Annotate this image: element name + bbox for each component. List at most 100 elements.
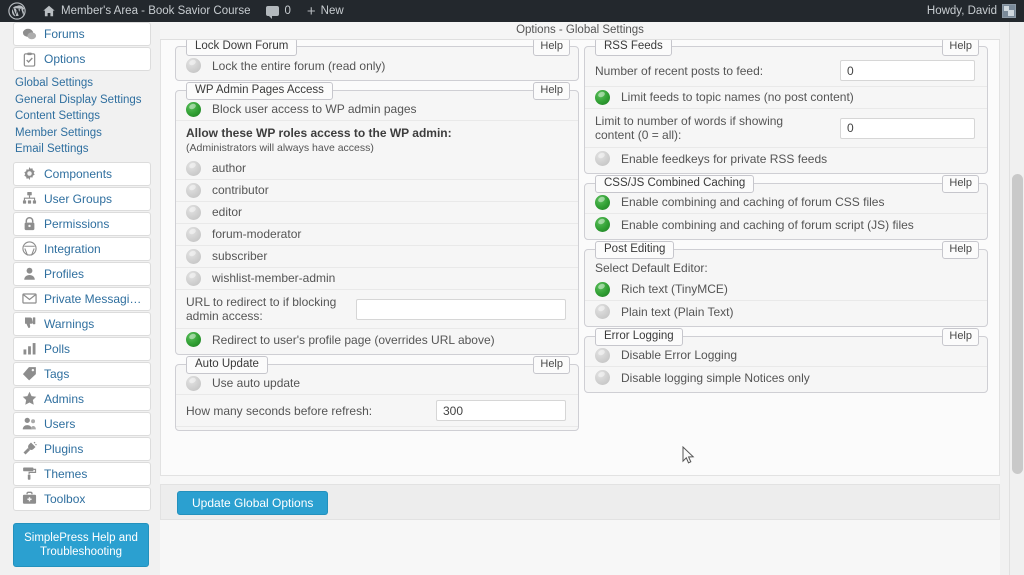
option-row[interactable]: Enable combining and caching of forum CS… [585,192,987,214]
help-button[interactable]: Help [533,38,570,56]
option-row[interactable]: Rich text (TinyMCE) [585,279,987,301]
sidebar-item-themes[interactable]: Themes [13,461,151,486]
wordpress-logo-icon [8,2,26,20]
sidebar-item-integration[interactable]: Integration [13,236,151,261]
panel-lock-down-forum: Lock Down Forum Help Lock the entire for… [175,38,579,81]
option-row[interactable]: editor [176,202,578,224]
sidebar-item-warnings[interactable]: Warnings [13,311,151,336]
toggle-role-author[interactable] [186,160,201,176]
sidebar-item-tags[interactable]: Tags [13,361,151,386]
sidebar-item-forums[interactable]: Forums [13,22,151,46]
sidebar-item-admins[interactable]: Admins [13,386,151,411]
wp-logo-menu[interactable] [0,0,34,22]
option-row[interactable]: contributor [176,180,578,202]
toggle-role-forum-moderator[interactable] [186,226,201,242]
simplepress-help-button[interactable]: SimplePress Help and Troubleshooting [13,522,149,567]
page-title: Options - Global Settings [160,22,1000,40]
toggle-use-auto-update[interactable] [186,375,201,391]
comments-menu[interactable]: 0 [258,0,298,22]
help-button[interactable]: Help [942,241,979,259]
sidebar-item-toolbox[interactable]: Toolbox [13,486,151,511]
sidebar-item-polls[interactable]: Polls [13,336,151,361]
option-row[interactable]: wishlist-member-admin [176,268,578,290]
option-row[interactable]: Plain text (Plain Text) [585,301,987,323]
sidebar-item-label: Users [44,416,76,431]
help-button[interactable]: Help [942,38,979,56]
toggle-cache-css[interactable] [595,194,610,210]
option-label: Plain text (Plain Text) [621,304,734,319]
submit-bar: Update Global Options [160,484,1000,520]
toggle-limit-feeds-topic-names[interactable] [595,89,610,105]
refresh-seconds-row: How many seconds before refresh: [176,395,578,427]
toggle-redirect-profile-page[interactable] [186,332,201,347]
toggle-block-wp-admin-access[interactable] [186,101,201,117]
toggle-editor-plain-text[interactable] [595,304,610,319]
sidebar-item-private-messaging[interactable]: Private Messaging [13,286,151,311]
toggle-enable-feedkeys[interactable] [595,151,610,166]
sidebar-sublink-member-settings[interactable]: Member Settings [15,125,151,142]
option-label: contributor [212,183,269,197]
toggle-disable-notices-logging[interactable] [595,370,610,385]
toggle-disable-error-logging[interactable] [595,347,610,363]
toggle-cache-js[interactable] [595,217,610,232]
option-label: Disable logging simple Notices only [621,370,810,385]
sidebar-item-options[interactable]: Options [13,47,151,71]
option-row[interactable]: Block user access to WP admin pages [176,99,578,121]
option-row[interactable]: Lock the entire forum (read only) [176,55,578,77]
comment-bubble-icon [266,6,280,19]
option-row[interactable]: forum-moderator [176,224,578,246]
option-row[interactable]: Limit feeds to topic names (no post cont… [585,87,987,109]
option-row[interactable]: Disable Error Logging [585,345,987,367]
sidebar-item-label: Tags [44,366,70,381]
users-icon [22,416,37,431]
site-name-menu[interactable]: Member's Area - Book Savior Course [34,0,258,22]
sidebar-item-label: Integration [44,241,101,256]
sidebar-item-components[interactable]: Components [13,161,151,186]
panel-rss-feeds: RSS Feeds Help Number of recent posts to… [584,38,988,174]
recent-posts-input[interactable] [840,60,975,81]
options-panel-container: Lock Down Forum Help Lock the entire for… [160,38,1000,476]
sidebar-item-profiles[interactable]: Profiles [13,261,151,286]
new-content-menu[interactable]: + New [299,0,352,22]
redirect-url-row: URL to redirect to if blocking admin acc… [176,290,578,329]
help-button[interactable]: Help [533,356,570,374]
sidebar-item-plugins[interactable]: Plugins [13,436,151,461]
option-row[interactable]: Use auto update [176,373,578,395]
paint-roller-icon [22,466,37,481]
help-button[interactable]: Help [942,328,979,346]
sidebar-sublink-email-settings[interactable]: Email Settings [15,141,151,158]
help-button[interactable]: Help [942,175,979,193]
word-limit-input[interactable] [840,117,975,139]
toggle-role-subscriber[interactable] [186,248,201,264]
toggle-editor-rich-text[interactable] [595,281,610,297]
option-row[interactable]: subscriber [176,246,578,268]
my-account-menu[interactable]: Howdy, David [919,0,1024,22]
refresh-seconds-input[interactable] [436,400,566,421]
option-row[interactable]: Enable combining and caching of forum sc… [585,214,987,236]
option-row[interactable]: Redirect to user's profile page (overrid… [176,329,578,351]
scrollbar-thumb[interactable] [1012,174,1023,474]
option-row[interactable]: Enable feedkeys for private RSS feeds [585,148,987,170]
toggle-role-editor[interactable] [186,204,201,220]
lock-icon [22,216,37,231]
sidebar-sublink-content-settings[interactable]: Content Settings [15,108,151,125]
option-label: Enable feedkeys for private RSS feeds [621,151,828,166]
sidebar-sublink-general-display-settings[interactable]: General Display Settings [15,92,151,109]
sidebar-item-label: Profiles [44,266,85,281]
panel-legend: Error Logging [595,328,683,346]
sidebar-item-users[interactable]: Users [13,411,151,436]
redirect-url-input[interactable] [356,298,566,320]
page-scrollbar[interactable] [1009,22,1024,575]
sidebar-item-user-groups[interactable]: User Groups [13,186,151,211]
option-label: wishlist-member-admin [212,271,336,285]
toggle-lock-entire-forum[interactable] [186,58,201,73]
toggle-role-contributor[interactable] [186,182,201,198]
panel-legend: Lock Down Forum [186,38,298,56]
help-button[interactable]: Help [533,82,570,100]
option-row[interactable]: Disable logging simple Notices only [585,367,987,389]
toggle-role-wishlist-member-admin[interactable] [186,270,201,286]
sidebar-item-permissions[interactable]: Permissions [13,211,151,236]
sidebar-sublink-global-settings[interactable]: Global Settings [15,75,151,92]
option-row[interactable]: author [176,158,578,180]
update-global-options-button[interactable]: Update Global Options [177,491,329,515]
